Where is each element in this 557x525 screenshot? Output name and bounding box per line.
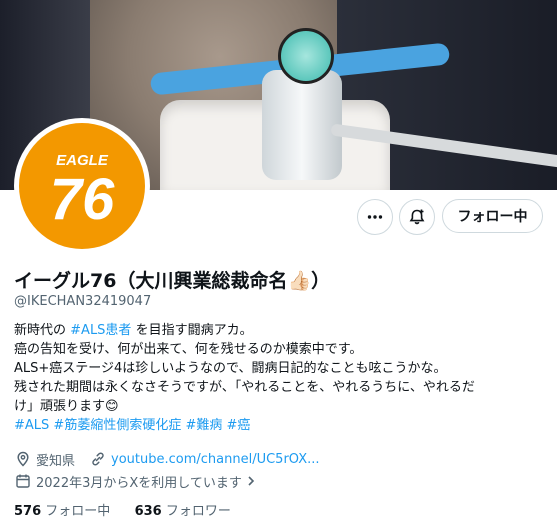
location-icon — [14, 450, 32, 468]
followers-label: フォロワー — [165, 504, 231, 519]
website-link[interactable]: youtube.com/channel/UC5rOX... — [111, 452, 319, 467]
hashtag-link[interactable]: #難病 — [185, 418, 222, 433]
bio: 新時代の #ALS患者 を目指す闘病アカ。 癌の告知を受け、何が出来て、何を残せ… — [14, 321, 544, 435]
follow-stats: 576 フォロー中 636 フォロワー — [14, 500, 231, 519]
banner-valve — [278, 28, 334, 84]
bio-text: を目指す闘病アカ。 — [135, 323, 253, 338]
link-icon — [89, 450, 107, 468]
following-count: 576 — [14, 504, 42, 519]
following-button[interactable]: フォロー中 — [442, 199, 543, 233]
avatar[interactable]: EAGLE 76 — [14, 118, 150, 254]
bio-line: 新時代の #ALS患者 を目指す闘病アカ。 — [14, 321, 544, 340]
banner-tube — [262, 70, 342, 180]
followers-count: 636 — [134, 504, 162, 519]
more-button[interactable] — [357, 199, 393, 235]
joined-text: 2022年3月からXを利用しています — [36, 475, 242, 491]
following-link[interactable]: 576 フォロー中 — [14, 504, 110, 519]
svg-text:76: 76 — [50, 167, 115, 232]
more-icon — [367, 215, 383, 219]
bio-hashtags: #ALS #筋萎縮性側索硬化症 #難病 #癌 — [14, 416, 544, 435]
user-handle: @IKECHAN32419047 — [14, 294, 152, 309]
hashtag-link[interactable]: #筋萎縮性側索硬化症 — [53, 418, 181, 433]
display-name: イーグル76（大川興業総裁命名👍🏻） — [14, 270, 331, 292]
location-text: 愛知県 — [36, 453, 76, 469]
followers-link[interactable]: 636 フォロワー — [135, 504, 231, 519]
avatar-logo: EAGLE 76 — [19, 123, 145, 249]
following-label: フォロー中 — [45, 504, 111, 519]
notification-button[interactable] — [399, 199, 435, 235]
bio-line: 残された期間は永くなさそうですが、「やれることを、やれるうちに、やれるだ — [14, 380, 475, 395]
bio-text: 新時代の — [14, 323, 67, 338]
notification-add-icon — [409, 209, 425, 225]
calendar-icon — [14, 472, 32, 490]
chevron-right-icon[interactable] — [242, 472, 260, 490]
meta-row: 愛知県 youtube.com/channel/UC5rOX... — [14, 449, 320, 469]
hashtag-link[interactable]: #癌 — [227, 418, 251, 433]
profile-meta: 愛知県 youtube.com/channel/UC5rOX... 2022年3… — [14, 449, 320, 493]
bio-line: ALS+癌ステージ4は珍しいようなので、闘病日記的なことも呟こうかな。 — [14, 361, 447, 376]
bio-line: け」頑張ります😊 — [14, 399, 119, 414]
bio-line: 癌の告知を受け、何が出来て、何を残せるのか模索中です。 — [14, 342, 363, 357]
hashtag-link[interactable]: #ALS患者 — [70, 323, 131, 338]
eagle-76-logo-icon: EAGLE 76 — [50, 152, 115, 232]
hashtag-link[interactable]: #ALS — [14, 418, 49, 433]
meta-row: 2022年3月からXを利用しています — [14, 471, 320, 491]
